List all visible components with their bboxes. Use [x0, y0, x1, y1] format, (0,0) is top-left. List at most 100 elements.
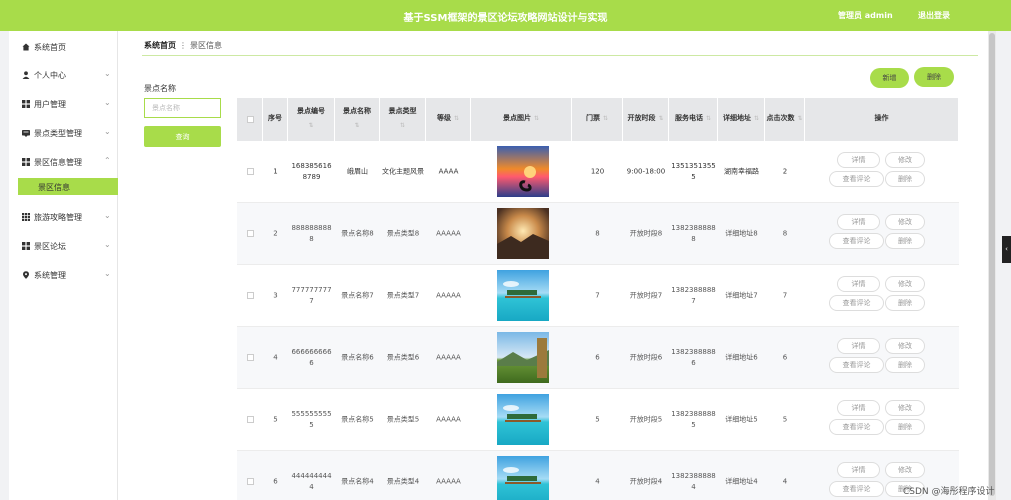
cell-value: 3 [273, 291, 278, 300]
edit-button[interactable]: 修改 [885, 152, 925, 168]
column-header-label: 等级 ⇅ [426, 114, 470, 123]
sidebar-item-4[interactable]: 景区信息管理 ⌃ [9, 151, 118, 173]
edit-button[interactable]: 修改 [885, 462, 925, 478]
column-header-text: 景点类型 [388, 107, 417, 115]
sidebar-item-6[interactable]: 旅游攻略管理 ⌄ [9, 206, 118, 228]
edit-button[interactable]: 修改 [885, 338, 925, 354]
scenic-thumbnail[interactable] [497, 270, 549, 321]
row-checkbox[interactable] [247, 230, 254, 237]
sort-icon[interactable]: ⇅ [797, 115, 802, 122]
batch-delete-button[interactable]: 删除 [914, 67, 954, 87]
edit-button[interactable]: 修改 [885, 214, 925, 230]
row-checkbox[interactable] [247, 292, 254, 299]
cell-type: 景点类型5 [380, 389, 426, 451]
detail-button[interactable]: 详情 [837, 338, 880, 354]
cell-value: 7 [782, 291, 788, 300]
search-button[interactable]: 查询 [144, 126, 221, 147]
column-header-text: 操作 [874, 114, 889, 122]
view-comments-button[interactable]: 查看评论 [829, 419, 884, 435]
sort-icon[interactable]: ⇅ [603, 115, 608, 122]
cell-value: 5 [595, 415, 600, 424]
column-header-image[interactable]: 景点图片 ⇅ [471, 98, 572, 141]
view-comments-button[interactable]: 查看评论 [829, 357, 884, 373]
sort-icon[interactable]: ⇅ [658, 115, 663, 122]
detail-button[interactable]: 详情 [837, 152, 880, 168]
search-input[interactable] [144, 98, 221, 118]
cell-image [471, 451, 572, 500]
view-comments-button[interactable]: 查看评论 [829, 295, 884, 311]
home-icon [22, 43, 30, 51]
cell-clicks: 6 [765, 327, 805, 389]
cell-value: 2 [273, 229, 278, 238]
column-header-ticket[interactable]: 门票 ⇅ [572, 98, 623, 141]
column-header-clicks[interactable]: 点击次数 ⇅ [765, 98, 805, 141]
sidebar-item-8[interactable]: 系统管理 ⌄ [9, 264, 118, 286]
column-header-address[interactable]: 详细地址 ⇅ [718, 98, 765, 141]
delete-button[interactable]: 删除 [885, 295, 925, 311]
sidebar-item-3[interactable]: 景点类型管理 ⌄ [9, 122, 118, 144]
detail-button[interactable]: 详情 [837, 462, 880, 478]
sidebar-item-7[interactable]: 景区论坛 ⌄ [9, 235, 118, 257]
view-comments-button[interactable]: 查看评论 [829, 233, 884, 249]
cell-code: 4444444444 [288, 451, 335, 500]
sidebar-item-1[interactable]: 个人中心 ⌄ [9, 64, 118, 86]
column-header-phone[interactable]: 服务电话 ⇅ [669, 98, 718, 141]
column-header-code[interactable]: 景点编号 ⇅ [288, 98, 335, 141]
scenic-thumbnail[interactable] [497, 332, 549, 383]
cell-name: 景点名称5 [335, 389, 380, 451]
row-checkbox[interactable] [247, 478, 254, 485]
select-all-cell [237, 98, 263, 141]
sort-icon[interactable]: ⇅ [380, 122, 425, 129]
cell-value: 9:00-18:00 [626, 167, 666, 176]
sidebar-item-0[interactable]: 系统首页 [9, 36, 118, 58]
sidebar-item-2[interactable]: 用户管理 ⌄ [9, 93, 118, 115]
column-header-level[interactable]: 等级 ⇅ [426, 98, 471, 141]
cell-level: AAAA [426, 141, 471, 203]
cell-address: 湖南幸福路 [718, 141, 765, 203]
scrollbar-thumb[interactable] [989, 33, 995, 496]
delete-button[interactable]: 删除 [885, 171, 925, 187]
delete-button[interactable]: 删除 [885, 357, 925, 373]
side-collapse-tab[interactable]: ‹ [1002, 236, 1011, 263]
view-comments-button[interactable]: 查看评论 [829, 481, 884, 497]
add-button[interactable]: 新增 [870, 68, 909, 88]
detail-button[interactable]: 详情 [837, 276, 880, 292]
chevron-down-icon: ⌄ [104, 211, 111, 220]
cell-ticket: 8 [572, 203, 623, 265]
cell-value: 4444444444 [291, 472, 332, 491]
edit-button[interactable]: 修改 [885, 400, 925, 416]
delete-button[interactable]: 删除 [885, 233, 925, 249]
row-checkbox[interactable] [247, 168, 254, 175]
scenic-thumbnail[interactable] [497, 208, 549, 259]
vertical-scrollbar[interactable] [988, 31, 996, 500]
cell-hours: 开放时段8 [623, 203, 669, 265]
view-comments-button[interactable]: 查看评论 [829, 171, 884, 187]
sort-icon[interactable]: ⇅ [534, 115, 539, 122]
edit-button[interactable]: 修改 [885, 276, 925, 292]
row-checkbox[interactable] [247, 354, 254, 361]
column-header-label: 景点名称 [335, 107, 379, 116]
sort-icon[interactable]: ⇅ [754, 115, 759, 122]
column-header-type[interactable]: 景点类型 ⇅ [380, 98, 426, 141]
cell-clicks: 8 [765, 203, 805, 265]
scenic-thumbnail[interactable] [497, 146, 549, 197]
select-all-checkbox[interactable] [247, 116, 254, 123]
column-header-hours[interactable]: 开放时段 ⇅ [623, 98, 669, 141]
sort-icon[interactable]: ⇅ [706, 115, 711, 122]
row-checkbox[interactable] [247, 416, 254, 423]
delete-button[interactable]: 删除 [885, 419, 925, 435]
sort-icon[interactable]: ⇅ [335, 122, 379, 129]
scenic-thumbnail[interactable] [497, 394, 549, 445]
column-header-name[interactable]: 景点名称 ⇅ [335, 98, 380, 141]
sidebar-item-5[interactable]: 景区信息 [18, 178, 122, 195]
detail-button[interactable]: 详情 [837, 214, 880, 230]
column-header-text: 开放时段 [627, 114, 656, 122]
sort-icon[interactable]: ⇅ [288, 122, 334, 129]
scenic-thumbnail[interactable] [497, 456, 549, 500]
breadcrumb-home[interactable]: 系统首页 [144, 41, 176, 50]
sort-icon[interactable]: ⇅ [454, 115, 459, 122]
sidebar-item-label: 景点类型管理 [34, 129, 82, 138]
row-select-cell [237, 265, 263, 327]
detail-button[interactable]: 详情 [837, 400, 880, 416]
logout-link[interactable]: 退出登录 [918, 10, 950, 21]
